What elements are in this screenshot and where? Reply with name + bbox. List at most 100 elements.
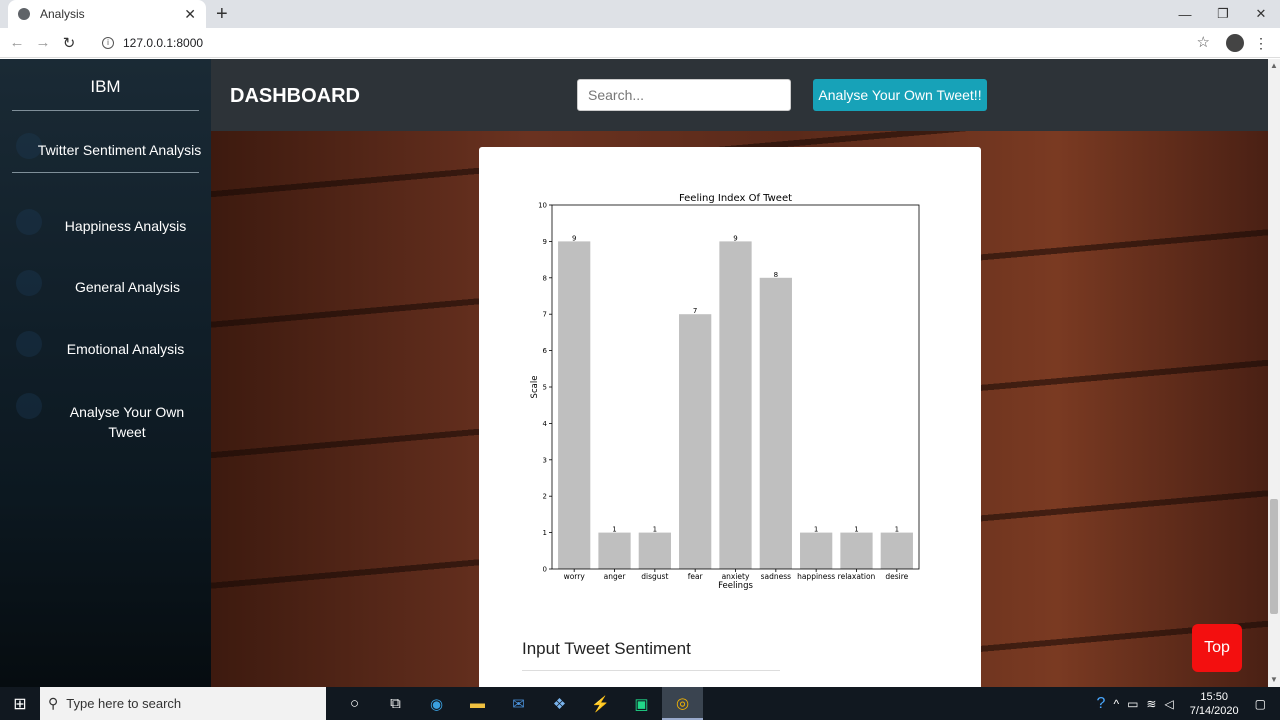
x-tick-label: anxiety (722, 572, 750, 581)
chevron-up-icon[interactable]: ^ (1113, 697, 1119, 711)
menu-icon[interactable]: ⋮ (1254, 35, 1268, 52)
chart-card: Feeling Index Of Tweet 0 1 2 3 4 5 6 7 8 9 10 9 worry… (479, 147, 981, 687)
help-icon[interactable]: ? (1097, 695, 1106, 713)
sidebar: IBM Twitter Sentiment Analysis Happiness… (0, 59, 211, 687)
section-divider (522, 670, 780, 671)
analyse-own-tweet-button[interactable]: Analyse Your Own Tweet!! (813, 79, 987, 111)
close-tab-icon[interactable]: ✕ (184, 6, 196, 23)
bar-value-label: 7 (693, 307, 697, 315)
search-input[interactable] (577, 79, 791, 111)
x-tick-label: worry (564, 572, 586, 581)
page-title: DASHBOARD (230, 85, 360, 107)
address-bar: ← → ↻ i 127.0.0.1:8000 ☆ (0, 28, 1280, 58)
scroll-down-icon[interactable]: ▼ (1270, 675, 1278, 684)
sidebar-item-analyse-own[interactable]: Analyse Your Own Tweet (64, 402, 190, 442)
top-header: DASHBOARD Analyse Your Own Tweet!! (211, 59, 1268, 131)
taskbar-search[interactable]: ⚲ Type here to search (40, 687, 326, 720)
bar-value-label: 9 (733, 234, 737, 242)
x-tick-label: fear (688, 572, 704, 581)
scroll-thumb[interactable] (1270, 499, 1278, 614)
forward-icon[interactable]: → (30, 34, 56, 51)
close-window-icon[interactable]: ✕ (1242, 0, 1280, 28)
clock-date: 7/14/2020 (1189, 704, 1239, 717)
chrome-icon[interactable]: ◎ (662, 687, 703, 720)
scroll-up-icon[interactable]: ▲ (1270, 61, 1278, 70)
x-tick-label: disgust (641, 572, 668, 581)
pycharm-icon[interactable]: ▣ (621, 687, 662, 720)
profile-avatar[interactable] (1226, 34, 1244, 52)
wifi-icon[interactable]: ≋ (1146, 697, 1156, 711)
bar-value-label: 1 (814, 526, 818, 534)
vscode-icon[interactable]: ⚡ (580, 687, 621, 720)
chart-title: Feeling Index Of Tweet (679, 193, 792, 204)
browser-tab[interactable]: Analysis ✕ (8, 0, 206, 28)
back-icon[interactable]: ← (4, 34, 30, 51)
y-tick-label: 4 (543, 420, 548, 428)
y-axis-label: Scale (530, 376, 540, 399)
volume-icon[interactable]: ◁ (1164, 697, 1173, 711)
bar-value-label: 1 (895, 526, 899, 534)
bar-desire (880, 532, 913, 569)
page-scrollbar[interactable]: ▲ ▼ (1268, 59, 1280, 687)
bar-value-label: 9 (572, 234, 576, 242)
system-tray: ? ^ ▭ ≋ ◁ 15:50 7/14/2020 ▢ (1093, 687, 1280, 720)
y-tick-label: 7 (543, 311, 547, 319)
search-icon: ⚲ (48, 695, 59, 711)
feeling-chart: Feeling Index Of Tweet 0 1 2 3 4 5 6 7 8 9 10 9 worry… (530, 193, 920, 591)
bar-value-label: 8 (774, 271, 778, 279)
sidebar-item-emotional[interactable]: Emotional Analysis (20, 341, 231, 357)
sidebar-item-twitter-sentiment[interactable]: Twitter Sentiment Analysis (14, 142, 225, 158)
edge-icon[interactable]: ◉ (416, 687, 457, 720)
reload-icon[interactable]: ↻ (56, 34, 82, 52)
bar-anxiety (719, 241, 752, 569)
windows-taskbar: ⊞ ⚲ Type here to search ○ ⧉ ◉ ▬ ✉ ❖ ⚡ ▣ … (0, 687, 1280, 720)
info-icon[interactable]: i (102, 37, 114, 49)
x-tick-label: relaxation (838, 572, 876, 581)
sidebar-item-happiness[interactable]: Happiness Analysis (20, 218, 231, 234)
brand-logo[interactable]: IBM (0, 77, 211, 97)
scroll-top-button[interactable]: Top (1192, 624, 1242, 672)
windows-start-icon[interactable]: ⊞ (0, 687, 40, 720)
bookmark-star-icon[interactable]: ☆ (1197, 33, 1210, 51)
bar-fear (679, 314, 712, 569)
x-axis-label: Feelings (718, 581, 753, 591)
page-viewport: IBM Twitter Sentiment Analysis Happiness… (0, 59, 1268, 687)
section-title: Input Tweet Sentiment (522, 639, 691, 658)
y-tick-label: 0 (543, 566, 547, 574)
globe-icon (18, 8, 30, 20)
x-tick-label: sadness (761, 572, 792, 581)
bar-value-label: 1 (653, 526, 657, 534)
minimize-icon[interactable]: — (1166, 0, 1204, 28)
tab-title: Analysis (40, 7, 85, 21)
y-tick-label: 8 (543, 274, 547, 282)
y-tick-label: 2 (543, 493, 547, 501)
nav-dot-icon (16, 393, 42, 419)
cortana-icon[interactable]: ○ (334, 687, 375, 720)
bar-worry (558, 241, 591, 569)
y-tick-label: 3 (543, 456, 547, 464)
y-tick-label: 9 (543, 238, 547, 246)
omnibox[interactable]: i 127.0.0.1:8000 (90, 32, 1210, 54)
sidebar-divider (12, 110, 199, 111)
x-tick-label: desire (885, 572, 908, 581)
restore-icon[interactable]: ❐ (1204, 0, 1242, 28)
bar-value-label: 1 (612, 526, 616, 534)
x-tick-label: anger (604, 572, 627, 581)
battery-icon[interactable]: ▭ (1127, 697, 1138, 711)
sidebar-item-general[interactable]: General Analysis (22, 279, 233, 295)
browser-tab-strip: Analysis ✕ + — ❐ ✕ (0, 0, 1280, 28)
y-tick-label: 6 (543, 347, 548, 355)
notifications-icon[interactable]: ▢ (1255, 697, 1266, 711)
task-view-icon[interactable]: ⧉ (375, 687, 416, 720)
bar-anger (598, 532, 631, 569)
clock[interactable]: 15:50 7/14/2020 (1190, 690, 1239, 718)
y-tick-label: 1 (543, 529, 547, 537)
mail-icon[interactable]: ✉ (498, 687, 539, 720)
sidebar-divider (12, 172, 199, 173)
file-explorer-icon[interactable]: ▬ (457, 687, 498, 720)
bar-relaxation (840, 532, 873, 569)
dropbox-icon[interactable]: ❖ (539, 687, 580, 720)
taskbar-search-text: Type here to search (66, 696, 182, 711)
new-tab-icon[interactable]: + (216, 3, 228, 26)
y-tick-label: 10 (538, 202, 547, 210)
